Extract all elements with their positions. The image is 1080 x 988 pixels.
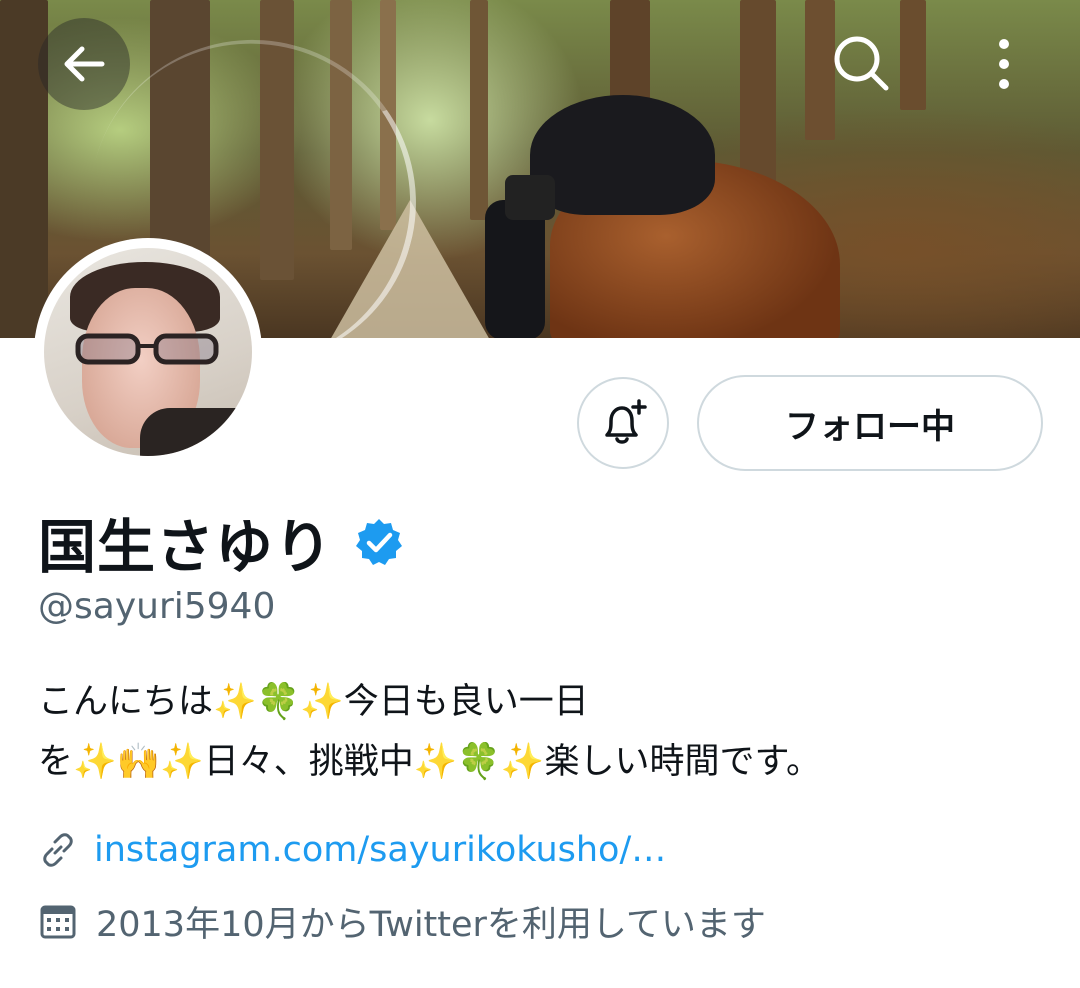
- avatar-glasses: [75, 333, 219, 365]
- banner-person-arm: [485, 200, 545, 338]
- bio-line: こんにちは✨🍀✨今日も良い一日: [38, 682, 589, 722]
- display-name: 国生さゆり: [38, 513, 334, 581]
- bell-plus-icon: [605, 399, 647, 444]
- profile-link-row: instagram.com/sayurikokusho/…: [38, 830, 666, 870]
- arrow-left-icon: [64, 46, 105, 82]
- banner-tree: [470, 0, 488, 220]
- name-row: 国生さゆり: [38, 500, 405, 584]
- user-handle: @sayuri5940: [38, 586, 276, 627]
- profile-avatar[interactable]: [34, 238, 262, 466]
- joined-date-row: 2013年10月からTwitterを利用しています: [38, 896, 766, 947]
- bio-line: を✨🙌✨日々、挑戦中✨🍀✨楽しい時間です。: [38, 742, 821, 782]
- more-vertical-icon: [999, 39, 1009, 89]
- profile-bio: こんにちは✨🍀✨今日も良い一日 を✨🙌✨日々、挑戦中✨🍀✨楽しい時間です。: [38, 672, 1058, 792]
- back-button[interactable]: [38, 18, 130, 110]
- profile-website-link[interactable]: instagram.com/sayurikokusho/…: [94, 830, 666, 870]
- following-button[interactable]: フォロー中: [697, 375, 1043, 471]
- verified-badge-icon: [356, 519, 403, 565]
- link-icon: [43, 833, 73, 867]
- banner-person-cap: [530, 95, 715, 215]
- avatar-shirt: [140, 408, 252, 456]
- banner-camera: [505, 175, 555, 220]
- avatar-photo: [44, 248, 252, 456]
- notifications-button[interactable]: [577, 377, 669, 469]
- joined-date-text: 2013年10月からTwitterを利用しています: [96, 905, 766, 945]
- search-button[interactable]: [816, 18, 908, 110]
- calendar-icon: [40, 905, 76, 938]
- more-button[interactable]: [958, 18, 1050, 110]
- search-icon: [834, 36, 889, 91]
